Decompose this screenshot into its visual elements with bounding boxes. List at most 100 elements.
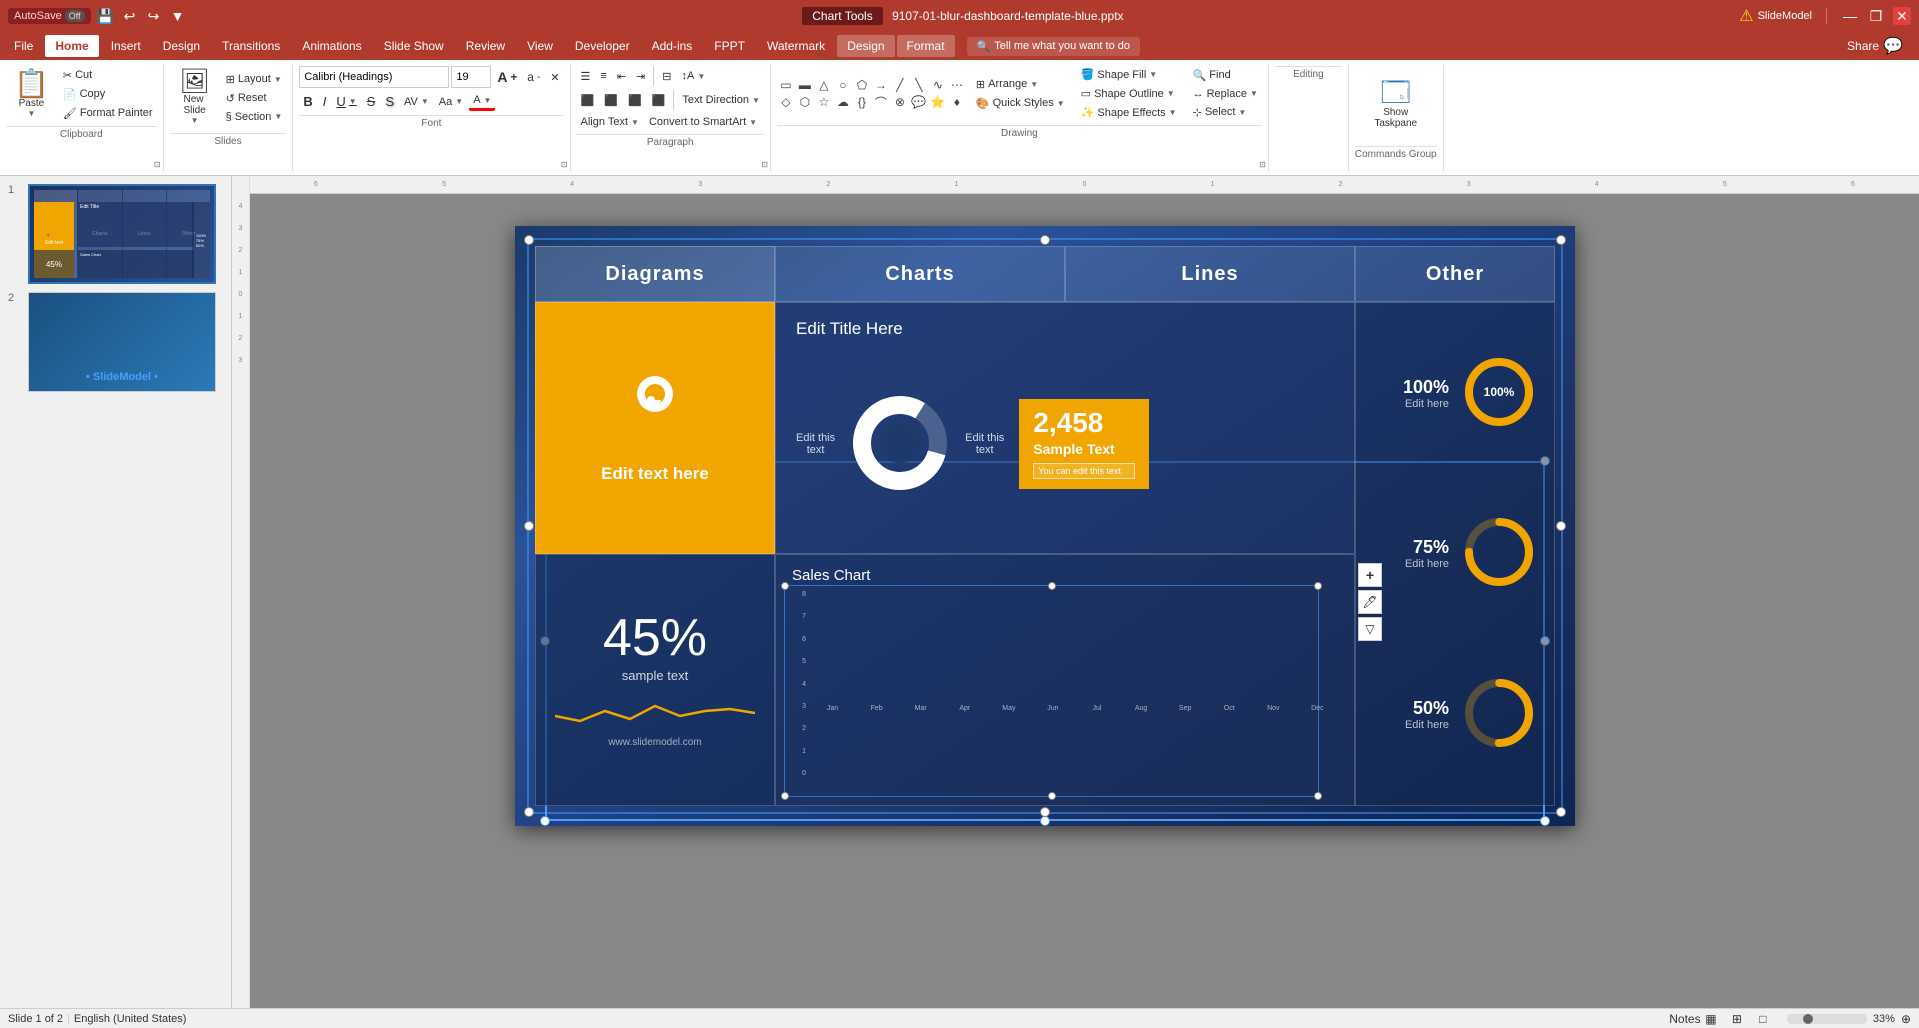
font-expand-icon[interactable]: ⊡ <box>561 160 568 169</box>
menu-addins[interactable]: Add-ins <box>642 35 703 57</box>
char-spacing-button[interactable]: AV ▼ <box>400 94 433 110</box>
menu-design[interactable]: Design <box>153 35 210 57</box>
format-painter-button[interactable]: 🖌 Format Painter <box>59 105 157 122</box>
section-button[interactable]: § Section ▼ <box>222 109 287 125</box>
save-icon[interactable]: 💾 <box>97 7 115 25</box>
shape-misc[interactable]: ♦ <box>948 94 966 110</box>
shape-banner[interactable]: ⭐ <box>929 94 947 110</box>
menu-watermark[interactable]: Watermark <box>757 35 835 57</box>
slide-2-preview[interactable]: • SlideModel • <box>28 292 216 392</box>
share-button[interactable]: Share 💬 <box>1835 36 1915 56</box>
italic-button[interactable]: I <box>319 92 331 111</box>
shape-diamond[interactable]: ◇ <box>777 94 795 110</box>
font-clear-button[interactable]: ✕ <box>546 69 563 86</box>
fit-to-window-button[interactable]: ⊕ <box>1901 1012 1911 1026</box>
layout-button[interactable]: ⊞ Layout ▼ <box>222 71 287 88</box>
indent-more-button[interactable]: ⇥ <box>632 68 649 85</box>
strikethrough-button[interactable]: S <box>363 92 380 111</box>
stats-card[interactable]: 2,458 Sample Text You can edit this text <box>1019 399 1149 489</box>
shape-callout[interactable]: 💬 <box>910 94 928 110</box>
shape-tri[interactable]: △ <box>815 77 833 93</box>
shape-fill-button[interactable]: 🪣 Shape Fill ▼ <box>1077 66 1181 83</box>
sales-chart-cell[interactable]: + 🖊 ▽ Sales Chart <box>775 554 1355 806</box>
chart-add-button[interactable]: + <box>1358 563 1382 587</box>
justify-button[interactable]: ⬛ <box>648 92 670 109</box>
clipboard-expand-icon[interactable]: ⊡ <box>154 160 161 169</box>
arrange-button[interactable]: ⊞ Arrange ▼ <box>972 76 1069 93</box>
shape-more[interactable]: ⋯ <box>948 77 966 93</box>
find-button[interactable]: 🔍 Find <box>1189 67 1262 84</box>
shape-flow[interactable]: ⊗ <box>891 94 909 110</box>
minimize-button[interactable]: — <box>1841 7 1859 25</box>
reset-button[interactable]: ↺ Reset <box>222 90 287 107</box>
view-normal-button[interactable]: ▦ <box>1701 1011 1721 1027</box>
autosave-button[interactable]: AutoSave Off <box>8 8 91 24</box>
underline-button[interactable]: U ▼ <box>332 92 360 111</box>
customize-icon[interactable]: ▼ <box>169 7 187 25</box>
shape-star[interactable]: ☆ <box>815 94 833 110</box>
slide-2-thumb[interactable]: 2 • SlideModel • <box>8 292 223 392</box>
shape-bracket[interactable]: {} <box>853 94 871 110</box>
shadow-button[interactable]: S <box>381 92 398 111</box>
view-reading-button[interactable]: □ <box>1753 1011 1773 1027</box>
change-case-button[interactable]: Aa ▼ <box>435 94 467 110</box>
diagrams-top-cell[interactable]: Edit text here <box>535 302 775 554</box>
charts-top-cell[interactable]: Edit Title Here Edit thistext <box>775 302 1355 554</box>
shape-hexagon[interactable]: ⬡ <box>796 94 814 110</box>
chart-funnel-button[interactable]: ▽ <box>1358 617 1382 641</box>
slidemodel-button[interactable]: ⚠ SlideModel <box>1739 6 1812 26</box>
shape-curve[interactable]: ∿ <box>929 77 947 93</box>
menu-view[interactable]: View <box>517 35 563 57</box>
align-center-button[interactable]: ⬛ <box>600 92 622 109</box>
align-left-button[interactable]: ⬛ <box>577 92 599 109</box>
drawing-expand-icon[interactable]: ⊡ <box>1259 160 1266 169</box>
numbering-button[interactable]: ≡ <box>596 68 610 84</box>
shape-effects-button[interactable]: ✨ Shape Effects ▼ <box>1077 104 1181 121</box>
menu-home[interactable]: Home <box>45 35 98 57</box>
slide-canvas[interactable]: Diagrams Charts Lines Other <box>515 226 1575 826</box>
menu-format[interactable]: Format <box>897 35 955 57</box>
menu-design2[interactable]: Design <box>837 35 894 57</box>
font-shrink-button[interactable]: a- <box>523 68 544 86</box>
shape-brace[interactable]: ⌒ <box>872 94 890 110</box>
replace-button[interactable]: ↔ Replace ▼ <box>1189 86 1262 102</box>
menu-animations[interactable]: Animations <box>292 35 371 57</box>
columns-button[interactable]: ⊟ <box>658 68 675 85</box>
shape-arrow[interactable]: → <box>872 77 890 93</box>
redo-icon[interactable]: ↪ <box>145 7 163 25</box>
paste-button[interactable]: 📋 Paste ▼ <box>6 66 57 122</box>
slide-1-preview[interactable]: Diagrams Charts Lines Other 📍Edit text E… <box>28 184 216 284</box>
paragraph-expand-icon[interactable]: ⊡ <box>761 160 768 169</box>
font-name-input[interactable] <box>299 66 449 88</box>
shape-circ[interactable]: ○ <box>834 77 852 93</box>
shape-line[interactable]: ╱ <box>891 77 909 93</box>
shape-rect2[interactable]: ▬ <box>796 77 814 93</box>
menu-slideshow[interactable]: Slide Show <box>374 35 454 57</box>
convert-smartart-button[interactable]: Convert to SmartArt ▼ <box>645 114 761 130</box>
shape-line2[interactable]: ╲ <box>910 77 928 93</box>
font-grow-button[interactable]: A+ <box>493 67 521 87</box>
tell-me-box[interactable]: 🔍 Tell me what you want to do <box>967 37 1140 56</box>
font-color-button[interactable]: A ▼ <box>469 92 495 111</box>
menu-developer[interactable]: Developer <box>565 35 640 57</box>
shape-rect[interactable]: ▭ <box>777 77 795 93</box>
indent-less-button[interactable]: ⇤ <box>613 68 630 85</box>
menu-insert[interactable]: Insert <box>101 35 151 57</box>
close-button[interactable]: ✕ <box>1893 7 1911 25</box>
text-dir-v-button[interactable]: Text Direction ▼ <box>678 92 764 108</box>
menu-file[interactable]: File <box>4 35 43 57</box>
shape-cloud[interactable]: ☁ <box>834 94 852 110</box>
zoom-slider[interactable] <box>1787 1014 1867 1024</box>
new-slide-button[interactable]: 🖼 New Slide ▼ <box>170 66 220 129</box>
select-button[interactable]: ⊹ Select ▼ <box>1189 104 1262 121</box>
shape-outline-button[interactable]: ▭ Shape Outline ▼ <box>1077 85 1181 102</box>
menu-transitions[interactable]: Transitions <box>212 35 290 57</box>
slide-1-thumb[interactable]: 1 Diagrams Charts Lines Other 📍Edit text… <box>8 184 223 284</box>
menu-fppt[interactable]: FPPT <box>704 35 755 57</box>
undo-icon[interactable]: ↩ <box>121 7 139 25</box>
align-text-button[interactable]: Align Text ▼ <box>577 114 643 130</box>
text-dir-button[interactable]: ↕A ▼ <box>677 68 709 84</box>
view-slide-sorter-button[interactable]: ⊞ <box>1727 1011 1747 1027</box>
bullets-button[interactable]: ☰ <box>577 68 595 85</box>
quick-styles-button[interactable]: 🎨 Quick Styles ▼ <box>972 95 1069 112</box>
